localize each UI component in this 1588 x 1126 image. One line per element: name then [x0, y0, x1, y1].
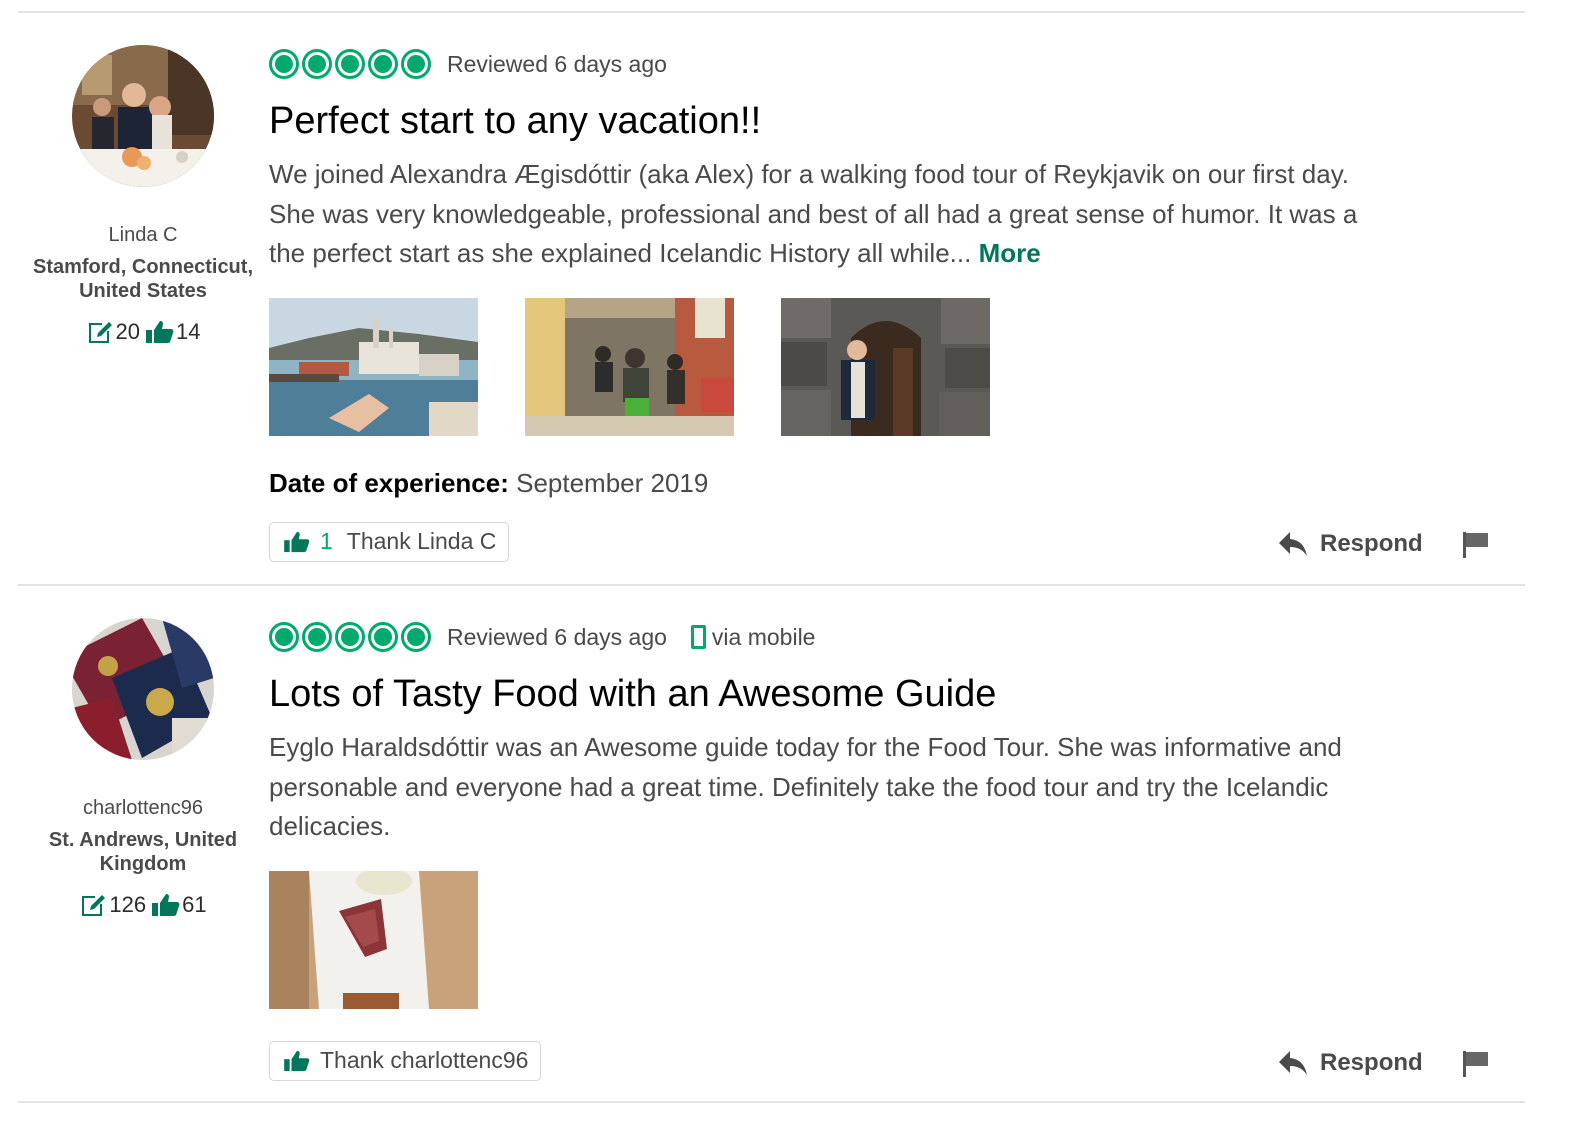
review-date: Reviewed 6 days ago	[447, 50, 667, 77]
review-count-stat: 126	[79, 892, 146, 918]
helpful-votes: 61	[182, 892, 207, 917]
thank-button[interactable]: 1 Thank Linda C	[269, 521, 510, 562]
review-content: Reviewed 6 days ago Perfect start to any…	[269, 46, 1529, 564]
respond-label: Respond	[1320, 529, 1423, 557]
reviewer-name[interactable]: charlottenc96	[20, 796, 266, 820]
rating-bubble-icon	[335, 49, 365, 79]
review-photos	[269, 870, 1529, 1009]
edit-review-icon	[82, 895, 106, 916]
thank-label: Thank Linda C	[346, 528, 497, 554]
review-body-text: We joined Alexandra Ægisdóttir (aka Alex…	[269, 159, 1358, 268]
reply-arrow-icon	[1279, 1050, 1307, 1075]
review-actions: Thank charlottenc96 Respond	[269, 1040, 1529, 1083]
review-divider	[18, 1101, 1525, 1103]
review-date: Reviewed 6 days ago	[447, 623, 667, 650]
thank-button[interactable]: Thank charlottenc96	[269, 1040, 542, 1081]
rating-bubble-icon	[401, 49, 431, 79]
thumbs-up-icon	[284, 531, 310, 552]
mobile-phone-icon	[690, 625, 706, 649]
thank-count: 1	[320, 528, 333, 554]
reply-arrow-icon	[1279, 531, 1307, 556]
reviewer-location: St. Andrews, United Kingdom	[48, 829, 238, 875]
reviewer-stats: 126 61	[20, 892, 266, 918]
review-divider	[18, 584, 1525, 586]
reviewer-stats: 20 14	[20, 319, 266, 345]
reviewer-profile: charlottenc96 St. Andrews, United Kingdo…	[20, 618, 266, 918]
respond-button[interactable]: Respond	[1278, 1049, 1423, 1077]
avatar[interactable]	[72, 45, 214, 187]
flag-icon[interactable]	[1463, 531, 1489, 563]
review-body: Eyglo Haraldsdóttir was an Awesome guide…	[269, 732, 1342, 841]
review-title[interactable]: Lots of Tasty Food with an Awesome Guide	[269, 672, 1529, 716]
rating-bubble-icon	[368, 49, 398, 79]
more-link[interactable]: More	[979, 238, 1041, 268]
review-actions: 1 Thank Linda C Respond	[269, 521, 1529, 564]
review-count: 20	[115, 319, 140, 344]
review-meta: Reviewed 6 days ago via mobile	[269, 619, 1529, 655]
rating-bubble-icon	[401, 622, 431, 652]
reviews-page: Linda C Stamford, Connecticut, United St…	[0, 0, 1588, 1126]
review-title[interactable]: Perfect start to any vacation!!	[269, 99, 1529, 143]
respond-label: Respond	[1320, 1048, 1423, 1076]
reviewer-profile: Linda C Stamford, Connecticut, United St…	[20, 45, 266, 345]
review-count-stat: 20	[86, 319, 140, 345]
rating-bubble-icon	[368, 622, 398, 652]
helpful-votes-stat: 61	[152, 892, 207, 918]
date-of-experience-label: Date of experience:	[269, 467, 509, 498]
food-plate-photo[interactable]	[269, 870, 478, 1009]
review-body: We joined Alexandra Ægisdóttir (aka Alex…	[269, 155, 1389, 274]
review-photos	[269, 297, 1529, 436]
via-mobile: via mobile	[690, 623, 816, 651]
review-count: 126	[109, 892, 147, 917]
helpful-votes-stat: 14	[146, 319, 200, 345]
review-meta: Reviewed 6 days ago	[269, 46, 1529, 82]
avatar[interactable]	[72, 618, 214, 760]
helpful-votes: 14	[176, 319, 201, 344]
flag-icon[interactable]	[1463, 1050, 1489, 1082]
guide-at-door-photo[interactable]	[781, 297, 990, 436]
rating-bubbles	[269, 622, 431, 652]
rating-bubbles	[269, 49, 431, 79]
respond-button[interactable]: Respond	[1278, 530, 1423, 558]
harbor-boats-photo[interactable]	[269, 297, 478, 436]
motorcycle-parade-photo[interactable]	[525, 297, 734, 436]
review-content: Reviewed 6 days ago via mobile Lots of T…	[269, 619, 1529, 1083]
reviewer-location: Stamford, Connecticut, United States	[32, 256, 253, 302]
date-of-experience-value: September 2019	[516, 467, 709, 498]
via-mobile-label: via mobile	[711, 623, 816, 650]
reviewer-name[interactable]: Linda C	[20, 223, 266, 247]
thumbs-up-icon	[284, 1050, 310, 1071]
thank-label: Thank charlottenc96	[320, 1047, 529, 1073]
rating-bubble-icon	[269, 622, 299, 652]
rating-bubble-icon	[302, 49, 332, 79]
rating-bubble-icon	[302, 622, 332, 652]
thumbs-up-icon	[152, 894, 180, 916]
thumbs-up-icon	[146, 321, 174, 343]
edit-review-icon	[88, 322, 112, 343]
date-of-experience: Date of experience: September 2019	[269, 468, 1529, 499]
review-divider	[18, 11, 1525, 13]
rating-bubble-icon	[269, 49, 299, 79]
rating-bubble-icon	[335, 622, 365, 652]
